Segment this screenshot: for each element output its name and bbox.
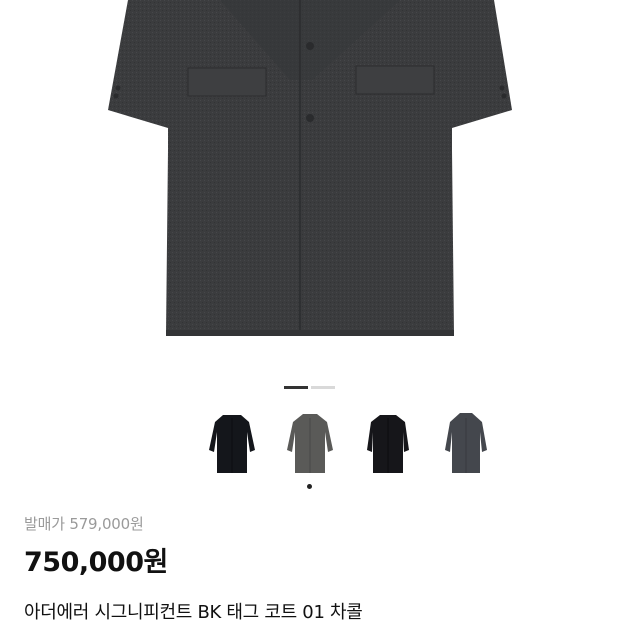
charcoal-coat-image <box>108 0 512 336</box>
charcoal-coat-thumbnail <box>445 413 487 473</box>
release-price: 발매가 579,000원 <box>24 515 144 533</box>
black-coat-thumbnail <box>209 415 255 473</box>
product-price: 750,000원 <box>24 547 168 578</box>
product-main-image[interactable] <box>0 0 620 372</box>
black-coat-thumbnail <box>367 415 409 473</box>
carousel-indicator <box>284 386 335 389</box>
selected-thumbnail-dot <box>307 484 312 489</box>
carousel-indicator-inactive <box>311 386 335 389</box>
carousel-indicator-active <box>284 386 308 389</box>
grey-coat-thumbnail <box>287 414 333 473</box>
thumbnail-black-coat-2[interactable] <box>361 410 415 476</box>
thumbnail-grey-coat[interactable] <box>283 410 337 476</box>
thumbnail-black-coat-1[interactable] <box>205 410 259 476</box>
thumbnail-charcoal-coat[interactable] <box>439 410 493 476</box>
thumbnail-list <box>205 410 493 476</box>
product-title: 아더에러 시그니피컨트 BK 태그 코트 01 차콜 <box>24 602 363 623</box>
